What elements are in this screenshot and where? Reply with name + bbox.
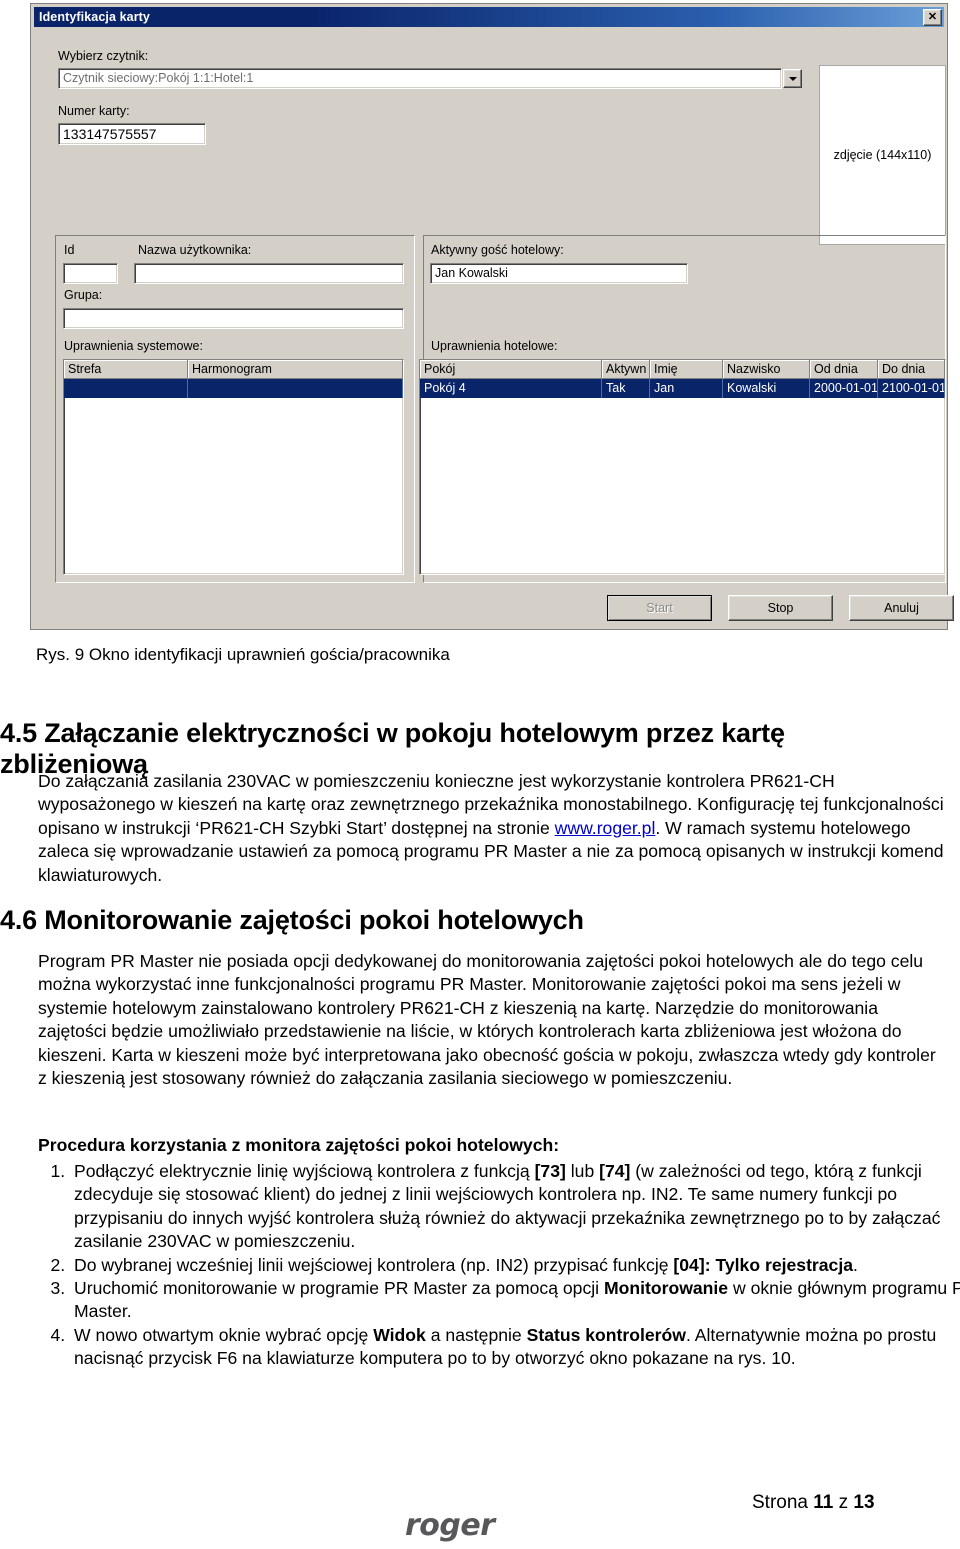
stop-button[interactable]: Stop [728,595,833,621]
active-guest-input[interactable]: Jan Kowalski [430,263,688,284]
column-header-nazwisko[interactable]: Nazwisko [723,360,810,379]
step-4-part-a: W nowo otwartym oknie wybrać opcję [74,1324,374,1345]
photo-placeholder: zdjęcie (144x110) [819,65,946,245]
group-label: Grupa: [64,288,103,302]
list-item: Do wybranej wcześniej linii wejściowej k… [70,1254,960,1277]
close-icon[interactable]: ✕ [923,8,942,26]
page-total: 13 [853,1492,875,1513]
page-mid: z [833,1492,854,1513]
cell-harmonogram [188,379,403,398]
system-permissions-label: Uprawnienia systemowe: [64,339,203,353]
column-header-harmonogram[interactable]: Harmonogram [188,360,403,379]
reader-label: Wybierz czytnik: [58,49,149,63]
step-4-option-widok: Widok [373,1324,426,1345]
page-number: Strona 11 z 13 [752,1492,875,1514]
section-heading-4-6: 4.6 Monitorowanie zajętości pokoi hotelo… [0,905,584,935]
step-1-func-73: [73] [534,1161,566,1181]
start-button[interactable]: Start [607,595,712,621]
hotel-permissions-label: Uprawnienia hotelowe: [431,339,558,353]
step-4-part-c: a następnie [425,1324,527,1345]
column-header-od-dnia[interactable]: Od dnia [810,360,878,379]
step-1-part-a: Podłączyć elektrycznie linię wyjściową k… [74,1161,535,1181]
cell-imie: Jan [650,379,723,398]
hotel-permissions-header: Pokój Aktywn Imię Nazwisko Od dnia Do dn… [420,360,945,379]
cell-nazwisko: Kowalski [723,379,810,398]
column-header-strefa[interactable]: Strefa [64,360,188,379]
dialog-title: Identyfikacja karty [39,10,150,24]
reader-combobox[interactable]: Czytnik sieciowy:Pokój 1:1:Hotel:1 [58,68,802,89]
reader-combobox-value[interactable]: Czytnik sieciowy:Pokój 1:1:Hotel:1 [58,68,782,89]
column-header-aktywny[interactable]: Aktywn [602,360,650,379]
username-label: Nazwa użytkownika: [138,243,252,257]
table-row[interactable]: Pokój 4 Tak Jan Kowalski 2000-01-01 2100… [420,379,945,398]
step-3-part-a: Uruchomić monitorowanie w programie PR M… [74,1277,604,1298]
photo-placeholder-label: zdjęcie (144x110) [833,148,932,162]
roger-logo: roger [405,1508,495,1543]
step-4-option-status: Status kontrolerów [526,1324,686,1345]
column-header-do-dnia[interactable]: Do dnia [878,360,945,379]
cell-pokoj: Pokój 4 [420,379,602,398]
id-label: Id [64,243,75,257]
step-2-function-name: [04]: Tylko rejestracja [673,1254,854,1275]
roger-website-link[interactable]: www.roger.pl [555,818,656,838]
column-header-imie[interactable]: Imię [650,360,723,379]
dialog-body: Wybierz czytnik: Czytnik sieciowy:Pokój … [34,29,954,626]
cell-aktywny: Tak [602,379,650,398]
step-2-part-c: . [853,1254,858,1275]
table-row[interactable] [64,379,403,398]
list-item: Podłączyć elektrycznie linię wyjściową k… [70,1160,960,1254]
cell-od-dnia: 2000-01-01 [810,379,878,398]
step-1-part-c: lub [565,1161,600,1181]
card-identification-dialog: Identyfikacja karty ✕ Wybierz czytnik: C… [30,3,954,632]
card-number-label: Numer karty: [58,104,130,118]
system-permissions-header: Strefa Harmonogram [64,360,403,379]
section-4-5-paragraph: Do załączania zasilania 230VAC w pomiesz… [38,770,948,887]
group-input[interactable] [63,308,404,329]
chevron-down-icon[interactable] [783,69,802,88]
column-header-pokoj[interactable]: Pokój [420,360,602,379]
cell-strefa [64,379,188,398]
figure-caption: Rys. 9 Okno identyfikacji uprawnień gośc… [36,645,450,664]
step-2-part-a: Do wybranej wcześniej linii wejściowej k… [74,1254,674,1275]
id-input[interactable] [63,263,118,284]
cancel-button[interactable]: Anuluj [849,595,954,621]
procedure-label: Procedura korzystania z monitora zajętoś… [38,1135,560,1155]
section-4-6-paragraph: Program PR Master nie posiada opcji dedy… [38,951,936,1088]
step-3-option-name: Monitorowanie [603,1277,729,1298]
dialog-titlebar[interactable]: Identyfikacja karty ✕ [34,7,944,27]
step-1-func-74: [74] [599,1161,631,1181]
page-current: 11 [813,1492,834,1513]
list-item: W nowo otwartym oknie wybrać opcję Widok… [70,1324,960,1371]
list-item: Uruchomić monitorowanie w programie PR M… [70,1277,960,1324]
active-guest-label: Aktywny gość hotelowy: [431,243,564,257]
hotel-permissions-table[interactable]: Pokój Aktywn Imię Nazwisko Od dnia Do dn… [419,359,946,575]
card-number-input[interactable]: 133147575557 [58,123,206,145]
cell-do-dnia: 2100-01-01 [878,379,945,398]
procedure-steps-list: Podłączyć elektrycznie linię wyjściową k… [36,1160,960,1371]
username-input[interactable] [134,263,404,284]
page-prefix: Strona [752,1492,814,1513]
system-permissions-table[interactable]: Strefa Harmonogram [63,359,404,575]
